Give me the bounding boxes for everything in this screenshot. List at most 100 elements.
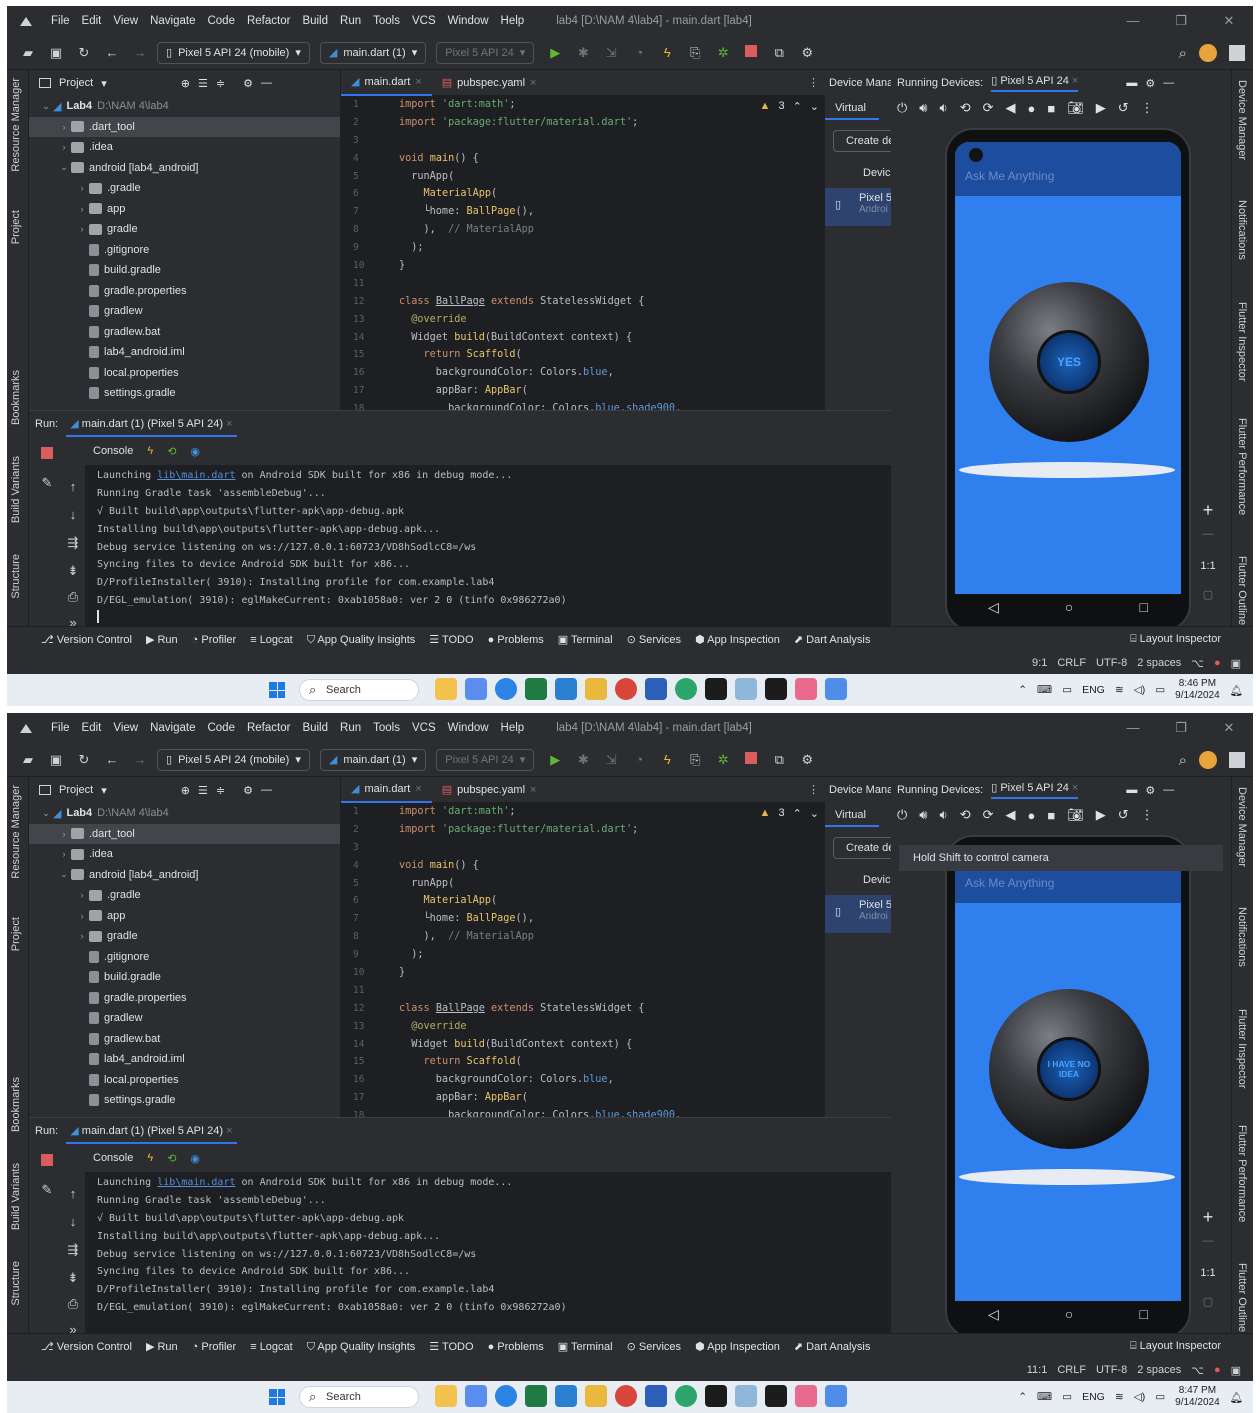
zalo-app-icon[interactable] — [495, 1385, 517, 1407]
record-icon[interactable]: ▶ — [1096, 807, 1106, 823]
hot-restart-icon[interactable]: ⎘ — [684, 752, 706, 768]
notification-bell-icon[interactable]: 🔔︎ — [1230, 684, 1243, 697]
tree-item[interactable]: › .idea — [29, 844, 340, 865]
overview-icon[interactable]: ■ — [1047, 808, 1055, 823]
hot-restart-icon[interactable]: ⎘ — [684, 45, 706, 61]
system-clock[interactable]: 8:47 PM 9/14/2024 — [1175, 1385, 1220, 1409]
console-link[interactable]: lib\main.dart — [157, 1177, 235, 1188]
display-icon[interactable]: ▭ — [1062, 684, 1072, 696]
chevron-down-icon[interactable]: ▾ — [101, 77, 107, 90]
wifi-icon[interactable]: ≋ — [1115, 684, 1124, 696]
device-mirror-icon[interactable]: ⧉ — [768, 45, 790, 61]
more-icon[interactable]: ⋮ — [1141, 807, 1154, 823]
layout-inspector-tab[interactable]: ⌸ Layout Inspector — [1130, 633, 1221, 646]
tree-item[interactable]: ⌄ android [lab4_android] — [29, 158, 340, 179]
system-clock[interactable]: 8:46 PM 9/14/2024 — [1175, 678, 1220, 702]
tree-item[interactable]: build.gradle — [29, 260, 340, 281]
volume-up-icon[interactable]: 🔊︎ — [919, 100, 927, 116]
menu-tools[interactable]: Tools — [373, 15, 400, 27]
device-dim-selector[interactable]: Pixel 5 API 24 ▾ — [436, 41, 535, 64]
tool-window-notifications[interactable]: Notifications — [1236, 200, 1248, 260]
scroll-up-icon[interactable]: ↑ — [63, 1186, 83, 1201]
attach-icon[interactable]: ⇲ — [600, 45, 622, 61]
nav-recents-icon[interactable]: □ — [1139, 1306, 1147, 1322]
menu-view[interactable]: View — [113, 15, 138, 27]
menu-refactor[interactable]: Refactor — [247, 15, 290, 27]
flutter-sdk-icon[interactable]: ⚙ — [796, 45, 818, 61]
file-explorer-app-icon[interactable] — [435, 1385, 457, 1407]
restore-icon[interactable]: ❐ — [1157, 6, 1205, 36]
device-row-pixel5[interactable]: ▯ Pixel 5 Androi — [825, 188, 892, 226]
search-icon[interactable]: ⌕ — [1179, 45, 1187, 62]
soft-wrap-icon[interactable]: ⇶ — [63, 535, 83, 551]
hot-reload-icon[interactable]: ϟ — [147, 1152, 153, 1164]
rotate-left-icon[interactable]: ⟲ — [960, 100, 971, 116]
profile-icon[interactable]: ◔ — [628, 45, 650, 60]
sync-icon[interactable]: ↻ — [73, 45, 95, 61]
close-tab-icon[interactable]: × — [226, 418, 232, 430]
code-content[interactable]: import 'dart:math'; import 'package:flut… — [399, 803, 795, 1117]
tree-item[interactable]: › .dart_tool — [29, 116, 340, 137]
tab-problems[interactable]: ● Problems — [488, 1341, 544, 1353]
tool-window-project[interactable]: Project — [10, 917, 22, 951]
device-selector[interactable]: ▯ Pixel 5 API 24 (mobile) ▾ — [157, 41, 310, 64]
scroll-down-icon[interactable]: ↓ — [63, 1214, 83, 1229]
close-icon[interactable]: ✕ — [1205, 713, 1253, 743]
indent-setting[interactable]: 2 spaces — [1137, 1364, 1181, 1376]
media-app-icon[interactable] — [735, 1385, 757, 1407]
back-icon[interactable]: ◀ — [1006, 807, 1016, 823]
jetbrains-app-icon[interactable] — [765, 678, 787, 700]
back-icon[interactable]: ← — [101, 45, 123, 60]
more-tabs-icon[interactable]: ⋮ — [808, 783, 819, 796]
tab-services[interactable]: ⊙ Services — [627, 1341, 681, 1353]
run-config-selector[interactable]: ◢ main.dart (1) ▾ — [319, 748, 427, 771]
inspection-widget[interactable]: ▲ 3 ⌃ ⌄ — [760, 807, 819, 820]
chevron-icon[interactable]: ⌄ — [57, 162, 71, 173]
scroll-end-icon[interactable]: ⇟ — [63, 1270, 83, 1286]
tab-problems[interactable]: ● Problems — [488, 634, 544, 646]
run-tab[interactable]: ◢ main.dart (1) (Pixel 5 API 24) × — [66, 1119, 237, 1144]
tool-window-notifications[interactable]: Notifications — [1236, 907, 1248, 967]
tree-item[interactable]: gradlew — [29, 301, 340, 322]
tab-todo[interactable]: ☰ TODO — [429, 1341, 473, 1353]
close-tab-icon[interactable]: × — [226, 1125, 232, 1137]
tool-window-flutter-performance[interactable]: Flutter Performance — [1236, 418, 1248, 515]
tab-run[interactable]: ▶ Run — [146, 1341, 178, 1353]
run-tab[interactable]: ◢ main.dart (1) (Pixel 5 API 24) × — [66, 412, 237, 437]
snapshot-icon[interactable]: ↺ — [1118, 100, 1129, 116]
menu-navigate[interactable]: Navigate — [150, 722, 195, 734]
run-icon[interactable]: ▶ — [544, 45, 566, 61]
tab-version-control[interactable]: ⎇ Version Control — [41, 1341, 132, 1353]
chevron-icon[interactable]: › — [57, 122, 71, 132]
open-folder-icon[interactable]: ▰ — [17, 752, 39, 768]
chrome-app-icon[interactable] — [615, 1385, 637, 1407]
devtools-icon[interactable]: ◉ — [190, 445, 200, 458]
menu-edit[interactable]: Edit — [82, 15, 102, 27]
profile-icon[interactable]: ◔ — [628, 752, 650, 767]
chevron-up-icon[interactable]: ⌃ — [1018, 1391, 1027, 1403]
settings-gear-icon[interactable]: ⚙ — [243, 784, 253, 797]
tree-item[interactable]: › app — [29, 906, 340, 927]
pycharm-app-icon[interactable] — [705, 678, 727, 700]
hide-panel-icon[interactable]: — — [1163, 784, 1174, 796]
forward-icon[interactable]: → — [129, 752, 151, 767]
collapse-all-icon[interactable]: ≑ — [216, 77, 225, 90]
display-icon[interactable]: ▭ — [1062, 1391, 1072, 1403]
tab-pubspec[interactable]: ▤ pubspec.yaml × — [432, 70, 547, 96]
pycharm-app-icon[interactable] — [705, 1385, 727, 1407]
hot-restart-icon[interactable]: ⟲ — [167, 1152, 176, 1165]
tool-window-flutter-inspector[interactable]: Flutter Inspector — [1236, 302, 1248, 381]
tree-item[interactable]: › app — [29, 199, 340, 220]
error-icon[interactable]: ● — [1214, 1364, 1221, 1376]
notification-bell-icon[interactable]: 🔔︎ — [1230, 1391, 1243, 1404]
tree-item[interactable]: ⌄ android [lab4_android] — [29, 865, 340, 886]
menu-help[interactable]: Help — [501, 15, 525, 27]
chevron-icon[interactable]: › — [57, 829, 71, 839]
console-output[interactable]: Launching lib\main.dart on Android SDK b… — [97, 467, 883, 628]
collapse-all-icon[interactable]: ≑ — [216, 784, 225, 797]
tree-item[interactable]: lab4_android.iml — [29, 1049, 340, 1070]
soft-wrap-icon[interactable]: ⇶ — [63, 1242, 83, 1258]
tree-item[interactable]: gradle.properties — [29, 281, 340, 302]
rotate-left-icon[interactable]: ⟲ — [960, 807, 971, 823]
nav-recents-icon[interactable]: □ — [1139, 599, 1147, 615]
